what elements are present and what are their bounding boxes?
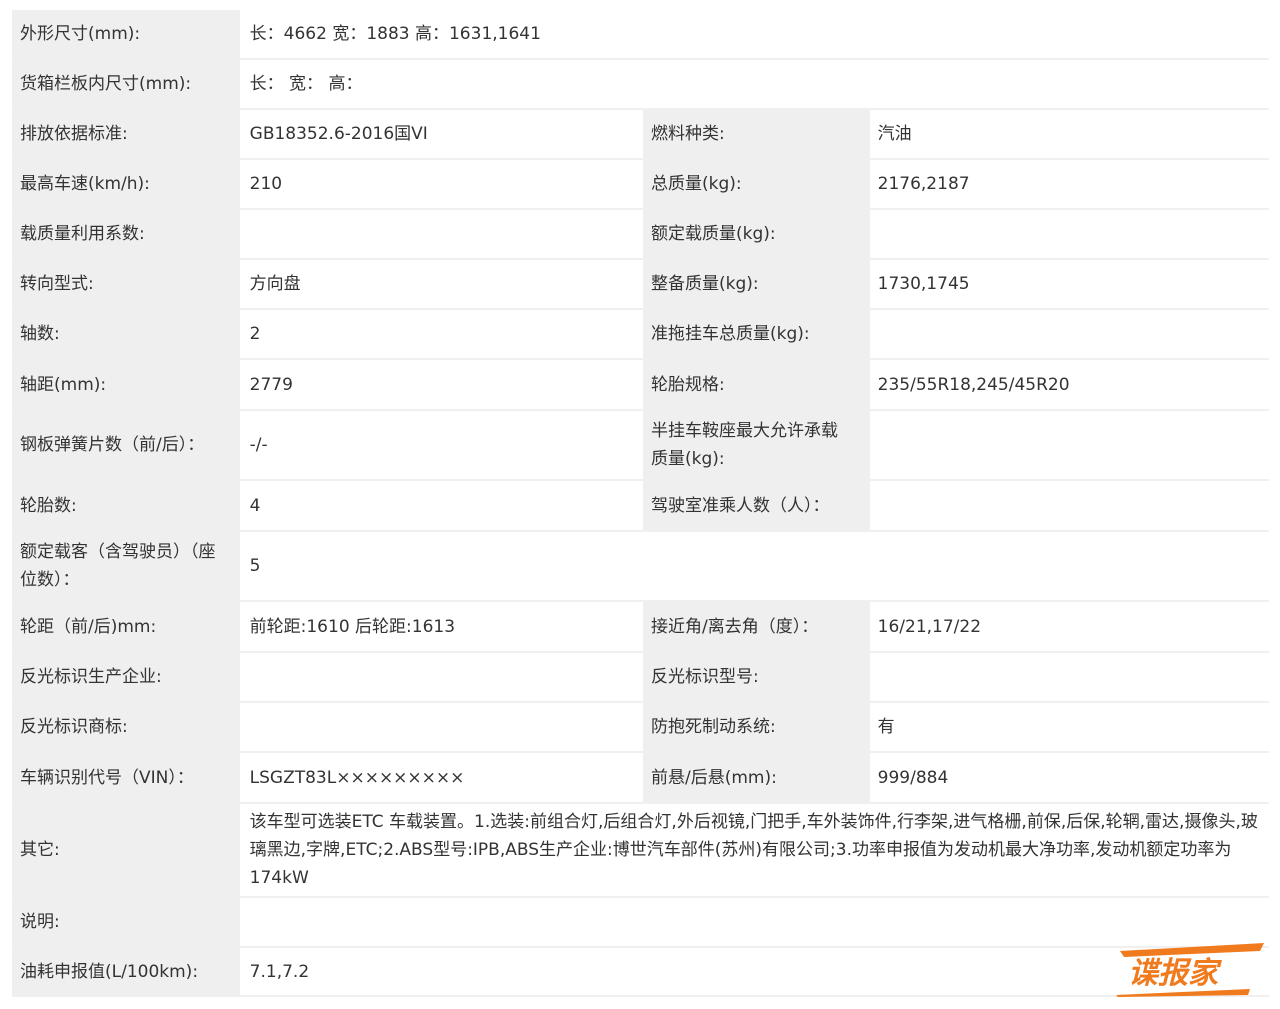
field-value [241, 703, 643, 751]
field-label: 反光标识生产企业: [12, 653, 240, 701]
table-row: 钢板弹簧片数（前/后）： -/- 半挂车鞍座最大允许承载质量(kg): [12, 411, 1269, 481]
field-label: 反光标识型号: [643, 653, 870, 701]
field-label: 轮胎规格: [643, 360, 870, 409]
table-row: 轮胎数: 4 驾驶室准乘人数（人）： [12, 481, 1269, 532]
field-label: 整备质量(kg): [643, 260, 870, 308]
field-label: 额定载质量(kg): [643, 210, 870, 258]
field-label: 轮距（前/后)mm: [12, 602, 240, 651]
field-label: 半挂车鞍座最大允许承载质量(kg): [642, 411, 870, 479]
table-row: 反光标识生产企业: 反光标识型号: [12, 653, 1269, 703]
field-label: 准拖挂车总质量(kg): [643, 310, 870, 358]
table-row: 载质量利用系数: 额定载质量(kg): [12, 210, 1269, 260]
field-label: 载质量利用系数: [12, 210, 240, 258]
field-label: 总质量(kg): [643, 160, 870, 208]
logo-text: 谍报家 [1128, 956, 1222, 991]
field-label: 轴数: [12, 310, 240, 358]
field-value: 210 [241, 160, 643, 208]
table-row: 货箱栏板内尺寸(mm): 长： 宽： 高： [12, 60, 1269, 110]
field-value: LSGZT83L××××××××× [241, 753, 643, 802]
field-value [241, 898, 1269, 946]
field-label: 接近角/离去角（度）： [643, 602, 870, 651]
field-label: 钢板弹簧片数（前/后）： [12, 411, 240, 479]
field-label: 说明: [12, 898, 240, 946]
field-value: 该车型可选装ETC 车载装置。1.选装:前组合灯,后组合灯,外后视镜,门把手,车… [241, 804, 1270, 896]
field-value: 2176,2187 [869, 160, 1269, 208]
field-value: 16/21,17/22 [869, 602, 1269, 651]
field-value: 999/884 [869, 753, 1269, 802]
field-value: -/- [241, 411, 643, 479]
table-row: 车辆识别代号（VIN）： LSGZT83L××××××××× 前悬/后悬(mm)… [12, 753, 1269, 804]
table-row: 排放依据标准: GB18352.6-2016国VI 燃料种类: 汽油 [12, 110, 1269, 160]
logo-top-stroke [1120, 943, 1264, 957]
field-label: 其它: [12, 804, 240, 896]
field-value: 5 [241, 532, 1269, 600]
table-row: 油耗申报值(L/100km): 7.1,7.2 [12, 948, 1269, 997]
field-label: 轮胎数: [12, 481, 240, 530]
field-value: GB18352.6-2016国VI [241, 110, 643, 158]
table-row: 轴距(mm): 2779 轮胎规格: 235/55R18,245/45R20 [12, 360, 1269, 411]
table-row: 轴数: 2 准拖挂车总质量(kg): [12, 310, 1269, 360]
field-value [241, 653, 643, 701]
field-value [241, 210, 643, 258]
table-row: 额定载客（含驾驶员）（座位数）： 5 [12, 532, 1269, 602]
watermark-logo: 谍报家 [1116, 943, 1264, 997]
field-label: 反光标识商标: [12, 703, 240, 751]
table-row: 说明: [12, 898, 1269, 948]
table-row: 最高车速(km/h): 210 总质量(kg): 2176,2187 [12, 160, 1269, 210]
field-value [869, 481, 1269, 530]
field-label: 轴距(mm): [12, 360, 240, 409]
field-label: 额定载客（含驾驶员）（座位数）： [12, 532, 240, 600]
field-label: 防抱死制动系统: [643, 703, 870, 751]
spec-table: 外形尺寸(mm): 长：4662 宽：1883 高：1631,1641 货箱栏板… [12, 10, 1270, 997]
field-value [869, 653, 1269, 701]
field-value: 方向盘 [241, 260, 643, 308]
field-value [869, 411, 1269, 479]
table-row: 反光标识商标: 防抱死制动系统: 有 [12, 703, 1269, 753]
field-label: 驾驶室准乘人数（人）： [643, 481, 870, 530]
field-value [869, 210, 1269, 258]
field-label: 油耗申报值(L/100km): [12, 948, 240, 995]
field-label: 排放依据标准: [12, 110, 240, 158]
field-label: 燃料种类: [643, 110, 870, 158]
field-label: 货箱栏板内尺寸(mm): [12, 60, 240, 108]
field-label: 最高车速(km/h): [12, 160, 240, 208]
field-value: 1730,1745 [869, 260, 1269, 308]
field-value: 前轮距:1610 后轮距:1613 [241, 602, 643, 651]
field-value: 235/55R18,245/45R20 [869, 360, 1269, 409]
field-value [869, 310, 1269, 358]
field-label: 前悬/后悬(mm): [643, 753, 870, 802]
field-value: 长：4662 宽：1883 高：1631,1641 [241, 10, 1269, 58]
field-value: 2 [241, 310, 643, 358]
table-row: 轮距（前/后)mm: 前轮距:1610 后轮距:1613 接近角/离去角（度）：… [12, 602, 1269, 653]
table-row: 外形尺寸(mm): 长：4662 宽：1883 高：1631,1641 [12, 10, 1269, 60]
field-label: 外形尺寸(mm): [12, 10, 240, 58]
table-row: 其它: 该车型可选装ETC 车载装置。1.选装:前组合灯,后组合灯,外后视镜,门… [12, 804, 1270, 898]
field-value: 4 [241, 481, 643, 530]
field-value: 有 [869, 703, 1269, 751]
field-value: 长： 宽： 高： [241, 60, 1269, 108]
field-label: 车辆识别代号（VIN）： [12, 753, 240, 802]
field-label: 转向型式: [12, 260, 240, 308]
field-value: 2779 [241, 360, 643, 409]
field-value: 汽油 [869, 110, 1269, 158]
table-row: 转向型式: 方向盘 整备质量(kg): 1730,1745 [12, 260, 1269, 310]
